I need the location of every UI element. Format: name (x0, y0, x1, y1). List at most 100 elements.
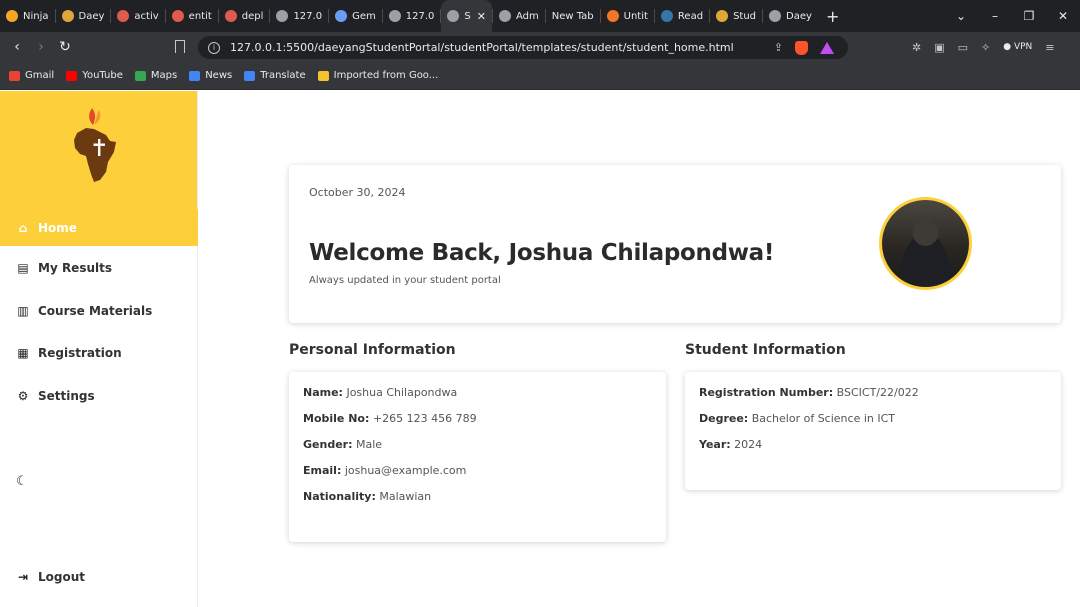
sidebar-item-my-results[interactable]: ▤ My Results (0, 247, 198, 290)
reload-button[interactable]: ↻ (53, 39, 77, 55)
browser-tab[interactable]: Daey (763, 0, 818, 32)
favicon-icon (388, 10, 401, 22)
back-button[interactable]: ‹ (5, 39, 29, 55)
favicon-icon (606, 10, 619, 22)
bookmark-label: Translate (260, 70, 306, 81)
info-row: Mobile No: +265 123 456 789 (303, 412, 652, 438)
sidebar-panel-icon[interactable]: ▣ (934, 41, 944, 54)
minimize-button[interactable]: – (978, 9, 1012, 23)
browser-tab-title: activ (134, 10, 159, 22)
brave-shields-icon[interactable] (795, 40, 808, 55)
wallet-icon[interactable]: ▭ (958, 41, 968, 54)
personal-info-card: Name: Joshua Chilapondwa Mobile No: +265 … (289, 372, 666, 542)
vpn-button[interactable]: ● VPN (1003, 42, 1032, 52)
restore-button[interactable]: ❐ (1012, 9, 1046, 23)
browser-tab[interactable]: Daey (56, 0, 111, 32)
bookmark-item[interactable]: Maps (134, 70, 177, 81)
welcome-card: October 30, 2024 Welcome Back, Joshua Ch… (289, 165, 1061, 323)
bookmark-item[interactable]: Gmail (9, 70, 54, 81)
info-row: Email: joshua@example.com (303, 464, 652, 490)
logout-label: Logout (38, 570, 86, 585)
bookmark-icon[interactable] (175, 40, 185, 53)
close-tab-icon[interactable]: ✕ (477, 10, 486, 23)
bookmark-item[interactable]: News (189, 70, 232, 81)
favicon-icon (61, 10, 74, 22)
info-label: Degree: (699, 412, 749, 425)
brave-rewards-icon[interactable] (820, 41, 834, 54)
browser-tab-title: 127.0 (405, 10, 435, 22)
extensions-icon[interactable]: ✲ (912, 41, 921, 54)
browser-tab-title: Ninja (23, 10, 49, 22)
student-info-title: Student Information (685, 342, 846, 358)
info-value: Malawian (379, 490, 432, 503)
favicon-icon (498, 10, 511, 22)
browser-tab[interactable]: Read (655, 0, 709, 32)
favicon-icon (171, 10, 184, 22)
info-value: Male (355, 438, 383, 451)
browser-tab-title: Adm (515, 10, 539, 22)
bookmark-favicon-icon (134, 70, 146, 81)
sidebar-item-home[interactable]: ⌂ Home (0, 209, 198, 246)
leo-ai-icon[interactable]: ✧ (981, 41, 990, 54)
toolbar-right-icons: ✲ ▣ ▭ ✧ ● VPN ≡ (912, 32, 1055, 62)
info-row: Gender: Male (303, 438, 652, 464)
info-row: Nationality: Malawian (303, 490, 652, 516)
browser-tab-title: Read (677, 10, 704, 22)
clipboard-icon: ▦ (17, 346, 29, 361)
forward-button[interactable]: › (29, 39, 53, 55)
dark-mode-toggle[interactable]: ☾ (16, 474, 28, 489)
browser-tab[interactable]: depl (219, 0, 270, 32)
close-window-button[interactable]: ✕ (1046, 9, 1080, 23)
browser-tab[interactable]: entit (166, 0, 218, 32)
bookmark-item[interactable]: YouTube (66, 70, 123, 81)
browser-tab-title: Daey (786, 10, 812, 22)
menu-icon[interactable]: ≡ (1045, 41, 1054, 54)
info-label: Gender: (303, 438, 353, 451)
moon-icon: ☾ (16, 474, 28, 489)
sidebar-item-settings[interactable]: ⚙ Settings (0, 375, 198, 418)
info-row: Year: 2024 (699, 438, 1047, 464)
favicon-icon (769, 10, 782, 22)
info-value: 2024 (734, 438, 763, 451)
sidebar-item-label: Home (38, 220, 77, 235)
browser-tab[interactable]: S ✕ (441, 0, 492, 32)
home-icon: ⌂ (18, 220, 28, 235)
bookmark-item[interactable]: Imported from Goo... (317, 70, 438, 81)
info-label: Mobile No: (303, 412, 370, 425)
info-row: Name: Joshua Chilapondwa (303, 386, 652, 412)
browser-tab[interactable]: Ninja (0, 0, 55, 32)
sidebar-item-course-materials[interactable]: ▥ Course Materials (0, 290, 198, 333)
chart-icon: ▤ (17, 261, 29, 276)
tab-search-icon[interactable]: ⌄ (944, 9, 978, 23)
bookmark-item[interactable]: Translate (244, 70, 306, 81)
browser-tab[interactable]: Stud (710, 0, 762, 32)
browser-tab[interactable]: Untit (601, 0, 654, 32)
profile-avatar[interactable] (879, 197, 972, 290)
browser-tab[interactable]: New Tab (546, 0, 600, 32)
browser-tab[interactable]: Gem (329, 0, 382, 32)
logout-button[interactable]: ⇥ Logout (0, 556, 198, 599)
site-info-icon[interactable]: i (208, 41, 220, 54)
bookmark-label: Gmail (25, 70, 55, 81)
browser-tab-title: depl (241, 10, 264, 22)
current-date: October 30, 2024 (309, 186, 406, 199)
browser-tab[interactable]: activ (111, 0, 164, 32)
sidebar-nav: ▤ My Results ▥ Course Materials ▦ Registratio… (0, 247, 198, 417)
share-icon[interactable]: ⇪ (774, 41, 783, 54)
sidebar-item-registration[interactable]: ▦ Registration (0, 332, 198, 375)
address-bar[interactable]: i 127.0.0.1:5500/daeyangStudentPortal/st… (198, 36, 848, 59)
info-value: joshua@example.com (344, 464, 467, 477)
new-tab-button[interactable]: + (818, 7, 847, 26)
sidebar-item-label: Course Materials (38, 303, 153, 318)
browser-tab[interactable]: 127.0 (383, 0, 441, 32)
browser-tab[interactable]: Adm (493, 0, 545, 32)
bookmark-favicon-icon (66, 70, 78, 81)
logout-icon: ⇥ (17, 570, 29, 585)
url-text: 127.0.0.1:5500/daeyangStudentPortal/stud… (230, 41, 734, 54)
browser-tab[interactable]: 127.0 (270, 0, 328, 32)
vpn-label: VPN (1013, 42, 1033, 52)
browser-tab-title: Gem (352, 10, 376, 22)
browser-toolbar: ‹ › ↻ i 127.0.0.1:5500/daeyangStudentPor… (0, 32, 1080, 62)
bookmark-favicon-icon (9, 70, 20, 81)
favicon-icon (276, 10, 289, 22)
